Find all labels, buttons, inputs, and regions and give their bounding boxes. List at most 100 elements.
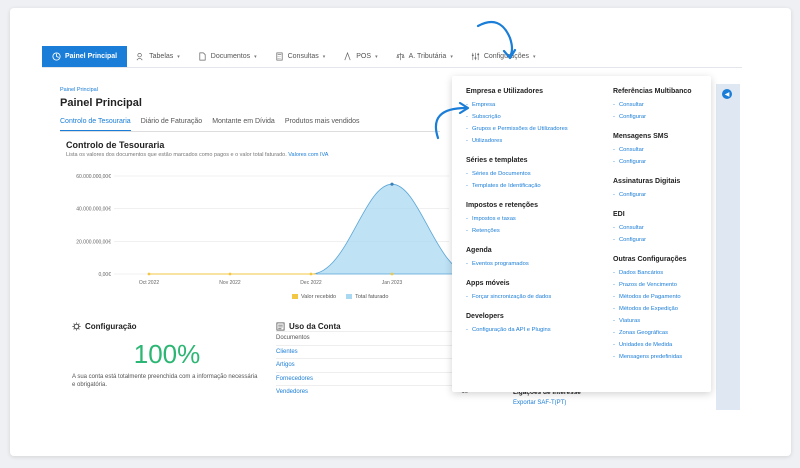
dropdown-menu-item[interactable]: Configurar bbox=[613, 189, 705, 201]
dropdown-group: EDI ConsultarConfigurar bbox=[613, 211, 705, 246]
usage-row: Fornecedores bbox=[276, 371, 468, 386]
pos-icon bbox=[344, 52, 351, 61]
y-tick-label: 20.000.000,00€ bbox=[76, 239, 111, 245]
nav-painel-principal[interactable]: Painel Principal bbox=[42, 46, 128, 67]
dropdown-group: Empresa e Utilizadores EmpresaSubscriçãoG… bbox=[466, 88, 606, 147]
dropdown-menu-item[interactable]: Viaturas bbox=[613, 315, 705, 327]
x-tick-label: Oct 2022 bbox=[139, 280, 160, 286]
point-valor-recebido bbox=[309, 272, 313, 276]
dropdown-group-heading: Referências Multibanco bbox=[613, 88, 692, 95]
dropdown-menu-item[interactable]: Utilizadores bbox=[466, 135, 606, 147]
dropdown-menu-item[interactable]: Templates de Identificação bbox=[466, 180, 606, 192]
chart-legend: Valor recebido Total faturado bbox=[292, 294, 388, 300]
point-valor-recebido bbox=[228, 272, 232, 276]
chevron-left-icon: ◀ bbox=[724, 91, 730, 98]
area-total-faturado bbox=[310, 183, 454, 275]
nav-a-tributaria[interactable]: A. Tributária ▾ bbox=[387, 46, 462, 67]
usage-row: Artigos1 bbox=[276, 358, 468, 372]
annotation-arrow-icon bbox=[434, 101, 470, 140]
legend-total-faturado[interactable]: Total faturado bbox=[346, 294, 388, 300]
point-valor-recebido bbox=[147, 272, 151, 276]
y-tick-label: 60.000.000,00€ bbox=[76, 174, 111, 180]
dropdown-group: Agenda Eventos programados bbox=[466, 247, 606, 270]
chevron-down-icon: ▾ bbox=[177, 53, 180, 60]
right-sidebar bbox=[716, 84, 740, 410]
config-text: A sua conta está totalmente preenchida c… bbox=[72, 374, 258, 388]
section-subtitle: Lista os valores dos documentos que estã… bbox=[66, 152, 329, 158]
x-tick-label: Nov 2022 bbox=[219, 280, 241, 286]
main-content: Painel Principal Painel Principal Contro… bbox=[52, 84, 468, 410]
dropdown-menu-item[interactable]: Configuração da API e Plugins bbox=[466, 324, 606, 336]
breadcrumb[interactable]: Painel Principal bbox=[60, 87, 98, 93]
config-panel: Configuração 100% A sua conta está total… bbox=[72, 322, 262, 390]
dropdown-group-heading: Outras Configurações bbox=[613, 256, 687, 263]
dropdown-menu-item[interactable]: Grupos e Permissões de Utilizadores bbox=[466, 123, 606, 135]
dropdown-menu-item[interactable]: Configurar bbox=[613, 156, 705, 168]
saft-export-link[interactable]: Exportar SAF-T(PT) bbox=[513, 400, 581, 406]
tab-produtos-vendidos[interactable]: Produtos mais vendidos bbox=[285, 118, 360, 131]
gear-icon bbox=[72, 322, 81, 331]
usage-row: Documentos5 bbox=[276, 331, 468, 345]
tab-diario-faturacao[interactable]: Diário de Faturação bbox=[141, 118, 202, 131]
dropdown-menu-item[interactable]: Forçar sincronização de dados bbox=[466, 291, 606, 303]
scale-icon bbox=[396, 52, 405, 61]
dropdown-menu-item[interactable]: Métodos de Pagamento bbox=[613, 291, 705, 303]
point-total-faturado bbox=[390, 182, 394, 186]
collapse-button[interactable]: ◀ bbox=[722, 89, 732, 99]
dropdown-group-heading: Mensagens SMS bbox=[613, 133, 669, 140]
dropdown-menu-item[interactable]: Configurar bbox=[613, 111, 705, 123]
dropdown-menu-item[interactable]: Séries de Documentos bbox=[466, 168, 606, 180]
dropdown-group: Outras Configurações Dados BancáriosPrazo… bbox=[613, 256, 705, 363]
dropdown-group-heading: Impostos e retenções bbox=[466, 202, 538, 209]
dropdown-group: Developers Configuração da API e Plugins bbox=[466, 313, 606, 336]
tab-montante-divida[interactable]: Montante em Dívida bbox=[212, 118, 275, 131]
chevron-down-icon: ▾ bbox=[532, 53, 536, 60]
dropdown-menu-item[interactable]: Dados Bancários bbox=[613, 267, 705, 279]
dropdown-group: Apps móveis Forçar sincronização de dados bbox=[466, 280, 606, 303]
dropdown-menu-item[interactable]: Unidades de Medida bbox=[613, 339, 705, 351]
legend-valor-recebido[interactable]: Valor recebido bbox=[292, 294, 336, 300]
dropdown-menu-item[interactable]: Consultar bbox=[613, 99, 705, 111]
x-tick-label: Dec 2022 bbox=[300, 280, 322, 286]
document-icon bbox=[199, 52, 206, 61]
legend-swatch bbox=[292, 294, 298, 300]
usage-title: Uso da Conta bbox=[276, 322, 468, 331]
dropdown-group-heading: Empresa e Utilizadores bbox=[466, 88, 544, 95]
dropdown-menu-item[interactable]: Zonas Geográficas bbox=[613, 327, 705, 339]
list-icon bbox=[276, 322, 285, 331]
dropdown-group-heading: Assinaturas Digitais bbox=[613, 178, 681, 185]
dropdown-menu-item[interactable]: Impostos e taxas bbox=[466, 213, 606, 225]
dropdown-menu-item[interactable]: Consultar bbox=[613, 144, 705, 156]
nav-consultas[interactable]: Consultas ▾ bbox=[266, 46, 335, 67]
nav-documentos[interactable]: Documentos ▾ bbox=[189, 46, 266, 67]
config-dropdown-menu: Empresa e Utilizadores EmpresaSubscriçãoG… bbox=[452, 76, 711, 392]
dropdown-menu-item[interactable]: Eventos programados bbox=[466, 258, 606, 270]
dropdown-menu-item[interactable]: Métodos de Expedição bbox=[613, 303, 705, 315]
dropdown-menu-item[interactable]: Empresa bbox=[466, 99, 606, 111]
tab-controlo-tesouraria[interactable]: Controlo de Tesouraria bbox=[60, 118, 131, 131]
usage-panel: Uso da Conta Documentos5 Clientes Artigo… bbox=[276, 322, 468, 399]
page-title: Painel Principal bbox=[60, 97, 142, 109]
dropdown-menu-item[interactable]: Mensagens predefinidas bbox=[613, 351, 705, 363]
tab-bar: Controlo de Tesouraria Diário de Faturaç… bbox=[60, 118, 440, 132]
config-percent: 100% bbox=[133, 339, 201, 369]
dropdown-group-heading: Developers bbox=[466, 313, 504, 320]
chevron-down-icon: ▾ bbox=[322, 53, 326, 60]
dropdown-group-heading: Apps móveis bbox=[466, 280, 510, 287]
dropdown-menu-item[interactable]: Prazos de Vencimento bbox=[613, 279, 705, 291]
dropdown-menu-item[interactable]: Configurar bbox=[613, 234, 705, 246]
x-tick-label: Jan 2023 bbox=[382, 280, 403, 286]
dropdown-group: Referências Multibanco ConsultarConfigura… bbox=[613, 88, 705, 123]
dropdown-menu-item[interactable]: Subscrição bbox=[466, 111, 606, 123]
chevron-down-icon: ▾ bbox=[450, 53, 453, 60]
vat-values-link[interactable]: Valores com IVA bbox=[288, 152, 328, 158]
dropdown-menu-item[interactable]: Consultar bbox=[613, 222, 705, 234]
usage-row: Vendedores 16 bbox=[276, 385, 468, 399]
dropdown-group: Mensagens SMS ConsultarConfigurar bbox=[613, 133, 705, 168]
nav-pos[interactable]: POS ▾ bbox=[334, 46, 386, 67]
y-tick-label: 0,00€ bbox=[98, 272, 111, 278]
dropdown-menu-item[interactable]: Retenções bbox=[466, 225, 606, 237]
nav-tabelas[interactable]: Tabelas ▾ bbox=[127, 46, 189, 67]
dropdown-group: Séries e templates Séries de DocumentosTe… bbox=[466, 157, 606, 192]
dropdown-group-heading: EDI bbox=[613, 211, 625, 218]
